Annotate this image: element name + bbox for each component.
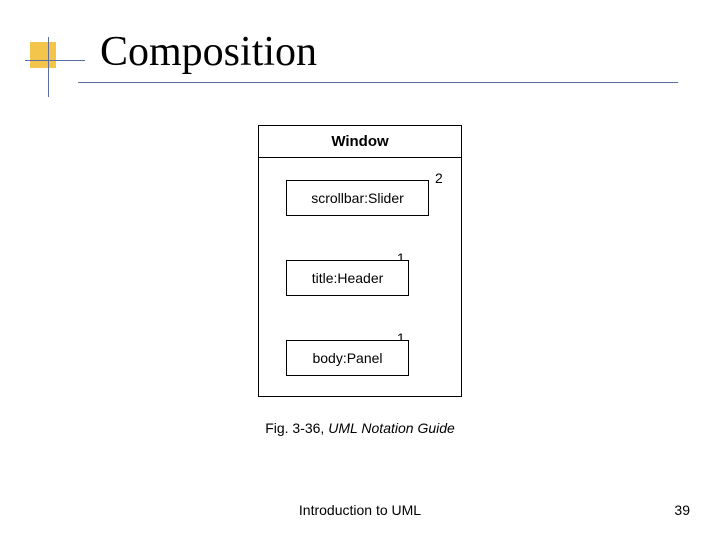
vertical-line [48, 37, 49, 97]
figure-number: Fig. 3-36, [265, 420, 328, 436]
footer-title: Introduction to UML [0, 502, 720, 518]
figure-caption: Fig. 3-36, UML Notation Guide [0, 420, 720, 436]
page-number: 39 [674, 502, 690, 518]
uml-class-box: Window 2 scrollbar:Slider 1 title:Header… [258, 125, 462, 397]
figure-source: UML Notation Guide [328, 420, 455, 436]
uml-class-name: Window [259, 126, 461, 158]
multiplicity-label: 2 [435, 170, 443, 186]
title-underline [78, 82, 678, 83]
slide-decoration [30, 42, 68, 80]
uml-part-box: scrollbar:Slider [286, 180, 429, 216]
horizontal-line [25, 60, 85, 61]
uml-part-box: body:Panel [286, 340, 409, 376]
uml-class-body: 2 scrollbar:Slider 1 title:Header 1 body… [259, 158, 461, 396]
yellow-square-icon [30, 42, 56, 68]
slide-title: Composition [100, 28, 317, 76]
uml-part-box: title:Header [286, 260, 409, 296]
